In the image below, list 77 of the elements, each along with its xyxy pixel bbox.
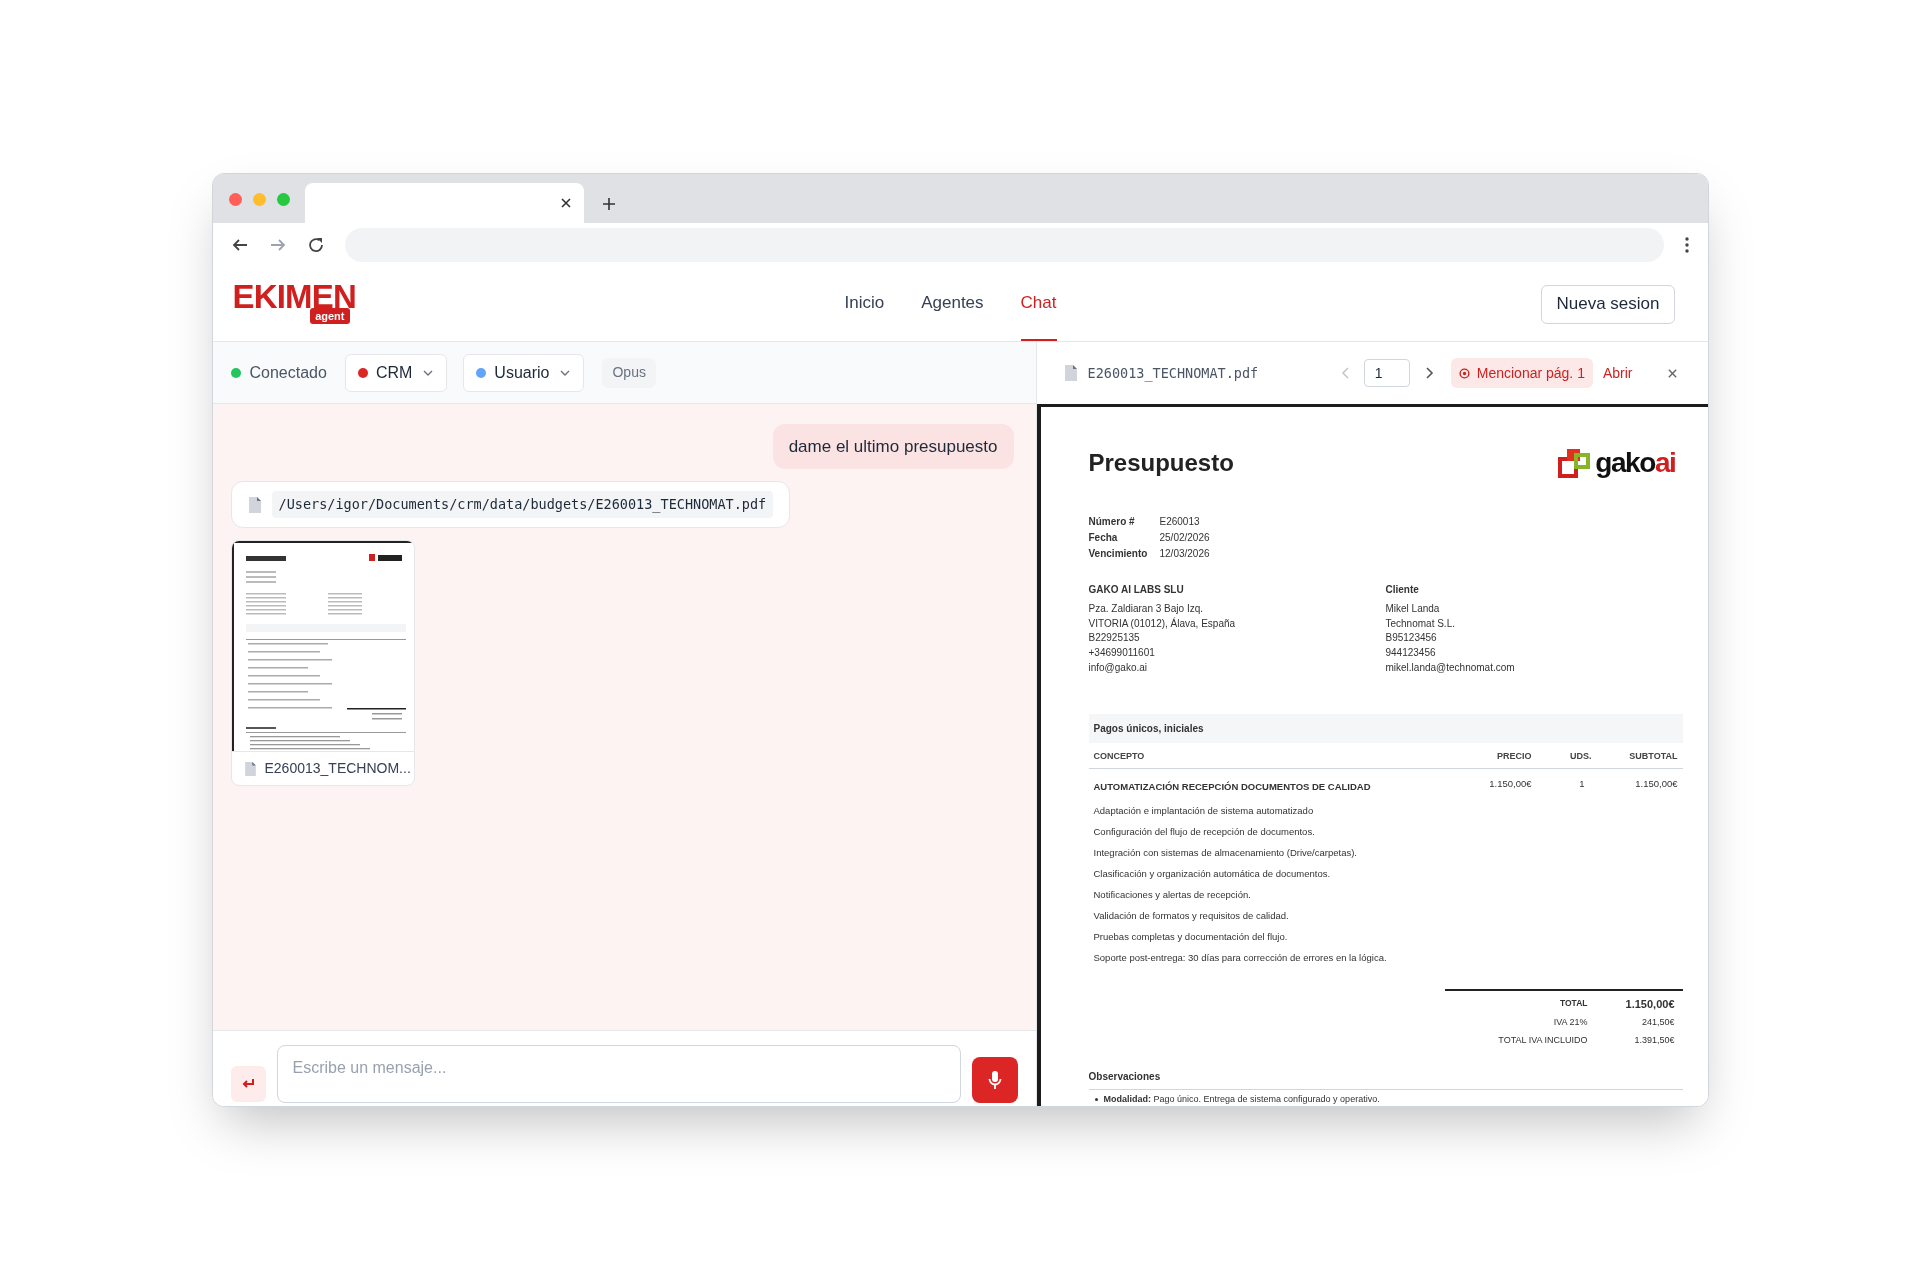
- return-button[interactable]: [230, 1066, 266, 1102]
- document-title: Presupuesto: [1088, 448, 1234, 478]
- more-options-icon[interactable]: [1683, 236, 1690, 254]
- close-icon[interactable]: [1666, 367, 1678, 379]
- item-detail: Notificaciones y alertas de recepción.: [1093, 888, 1252, 900]
- pdf-attachment-card[interactable]: E260013_TECHNOM...: [230, 540, 415, 786]
- connection-status: Conectado: [249, 362, 327, 383]
- item-detail: Adaptación e implantación de sistema automatizado: [1093, 804, 1315, 816]
- return-icon: [241, 1078, 255, 1090]
- total-value: 241,50€: [1640, 1016, 1676, 1030]
- section-header: Pagos únicos, iniciales: [1088, 713, 1683, 743]
- pdf-filename: E260013_TECHNOMAT.pdf: [1087, 363, 1259, 384]
- party-detail: 944123456: [1385, 646, 1437, 661]
- selector-label: CRM: [375, 362, 413, 383]
- party-detail: Mikel Landa: [1385, 601, 1441, 616]
- party-detail: Technomat S.L.: [1385, 616, 1456, 631]
- microphone-icon: [987, 1070, 1002, 1090]
- item-detail: Pruebas completas y documentación del flujo.: [1093, 930, 1289, 942]
- party-heading: Cliente: [1385, 583, 1420, 597]
- column-header: CONCEPTO: [1093, 749, 1146, 763]
- total-label: TOTAL: [1558, 997, 1588, 1011]
- company-logo-text: gakoai: [1595, 449, 1676, 477]
- total-value: 1.391,50€: [1633, 1033, 1676, 1047]
- nav-tab[interactable]: Agentes: [921, 267, 984, 341]
- microphone-button[interactable]: [971, 1057, 1018, 1103]
- party-detail: B95123456: [1385, 631, 1438, 646]
- party-detail: VITORIA (01012), Álava, España: [1088, 616, 1237, 631]
- page-number-input[interactable]: 1: [1363, 359, 1410, 387]
- logo-squares-icon: [1558, 447, 1592, 479]
- item-detail: Integración con sistemas de almacenamiento (Drive/carpetas).: [1093, 846, 1358, 858]
- selector-dropdown[interactable]: Usuario: [463, 353, 585, 392]
- file-icon: [243, 760, 257, 777]
- party-detail: B22925135: [1088, 631, 1141, 646]
- item-subtotal: 1.150,00€: [1634, 777, 1678, 792]
- selector-dropdown[interactable]: CRM: [344, 353, 448, 392]
- item-detail: Validación de formatos y requisitos de calidad.: [1093, 909, 1290, 921]
- mention-page-button[interactable]: Mencionar pág. 1: [1450, 358, 1593, 388]
- column-header: SUBTOTAL: [1628, 749, 1678, 763]
- meta-value: 25/02/2026: [1159, 531, 1210, 545]
- party-detail: mikel.landa@technomat.com: [1385, 661, 1516, 675]
- total-label: TOTAL IVA INCLUIDO: [1497, 1033, 1588, 1047]
- meta-label: Vencimiento: [1088, 547, 1149, 561]
- message-input[interactable]: Escribe un mensaje...: [276, 1045, 961, 1103]
- item-price: 1.150,00€: [1488, 777, 1532, 792]
- item-detail: Soporte post-entrega: 30 días para corrección de errores en la lógica.: [1093, 951, 1388, 963]
- file-icon: [247, 495, 262, 514]
- column-header: PRECIO: [1496, 749, 1532, 763]
- total-label: IVA 21%: [1552, 1016, 1588, 1030]
- next-page-icon[interactable]: [1423, 366, 1434, 380]
- party-heading: GAKO AI LABS SLU: [1088, 583, 1185, 597]
- party-detail: Pza. Zaldiaran 3 Bajo Izq.: [1088, 601, 1204, 616]
- observations-heading: Observaciones: [1088, 1069, 1683, 1091]
- item-detail: Configuración del flujo de recepción de documentos.: [1093, 825, 1316, 837]
- meta-label: Fecha: [1088, 531, 1119, 545]
- party-detail: info@gako.ai: [1088, 661, 1149, 675]
- close-icon[interactable]: [559, 197, 572, 209]
- observation-note: Modalidad: Pago único. Entrega de sistema configurado y operativo.: [1103, 1093, 1380, 1106]
- new-session-button[interactable]: Nueva sesion: [1541, 284, 1675, 324]
- column-header: UDS.: [1569, 749, 1592, 763]
- meta-label: Número #: [1088, 515, 1136, 529]
- nav-tab[interactable]: Inicio: [844, 267, 885, 341]
- meta-value: 12/03/2026: [1159, 547, 1210, 561]
- item-title: AUTOMATIZACIÓN RECEPCIÓN DOCUMENTOS DE CALIDAD: [1093, 780, 1372, 795]
- item-units: 1: [1578, 777, 1586, 792]
- party-detail: +34699011601: [1088, 646, 1156, 661]
- item-detail: Clasificación y organización automática de documentos.: [1093, 867, 1332, 879]
- user-message: dame el ultimo presupuesto: [772, 424, 1014, 469]
- file-icon: [1063, 364, 1078, 382]
- meta-value: E260013: [1159, 515, 1200, 529]
- open-link[interactable]: Abrir: [1602, 362, 1633, 384]
- file-path[interactable]: /Users/igor/Documents/crm/data/budgets/E260013_TECHNOMAT.pdf: [271, 491, 774, 518]
- total-value: 1.150,00€: [1624, 996, 1676, 1012]
- attachment-name: E260013_TECHNOM...: [264, 759, 411, 778]
- model-badge[interactable]: Opus: [602, 357, 656, 388]
- reload-icon[interactable]: [306, 236, 325, 254]
- selector-label: Usuario: [494, 362, 550, 383]
- new-tab-icon[interactable]: [601, 197, 616, 211]
